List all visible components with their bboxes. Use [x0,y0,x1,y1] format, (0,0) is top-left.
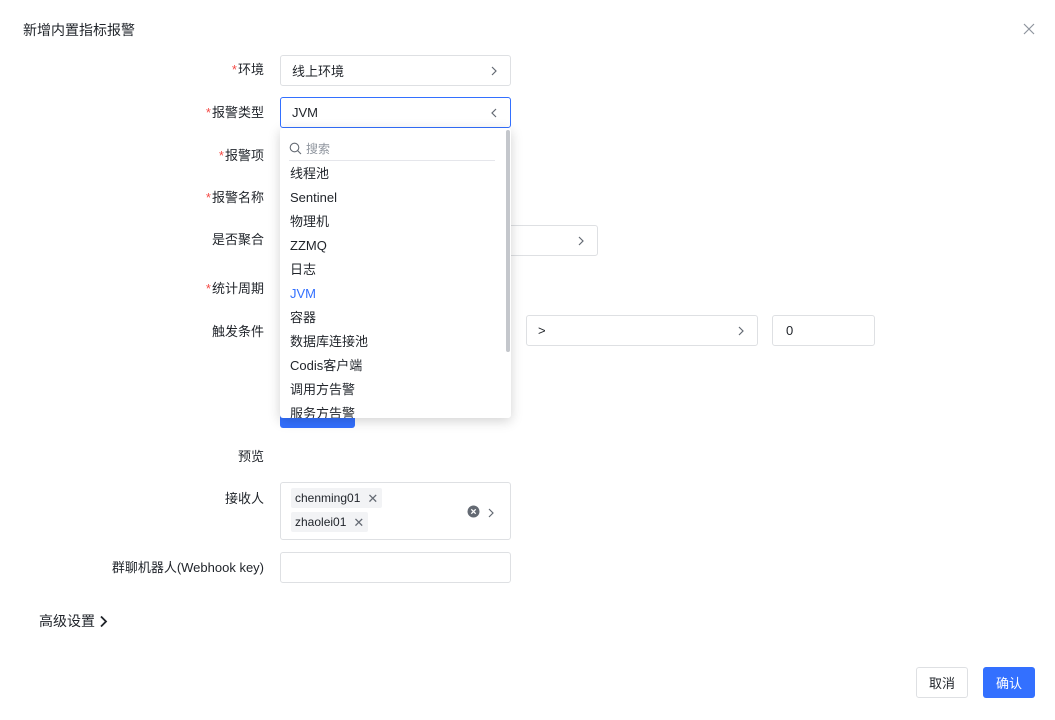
chevron-left-icon [489,108,499,118]
receivers-select[interactable]: chenming01 ✕ zhaolei01 ✕ [280,482,511,540]
tag-close-icon[interactable]: ✕ [367,492,378,505]
search-placeholder: 搜索 [306,141,331,156]
chevron-right-icon [736,326,746,336]
dropdown-option[interactable]: 容器 [280,306,506,330]
cancel-button[interactable]: 取消 [916,667,968,698]
receivers-label: 接收人 [224,491,264,506]
alert-name-label: *报警名称 [205,190,264,205]
required-mark: * [205,190,211,205]
required-mark: * [231,62,237,77]
env-select[interactable]: 线上环境 [280,55,511,86]
chevron-right-icon [487,506,495,521]
dropdown-option[interactable]: 线程池 [280,162,506,186]
close-icon[interactable] [1020,20,1038,38]
tag-close-icon[interactable]: ✕ [353,516,364,529]
trigger-operator-value: > [538,323,546,338]
clear-icon[interactable] [467,505,480,521]
receiver-tag: chenming01 ✕ [291,488,383,508]
alert-type-value: JVM [292,105,318,120]
chevron-right-icon [99,615,108,628]
aggregate-label: 是否聚合 [211,232,264,247]
required-mark: * [218,148,224,163]
trigger-label: 触发条件 [211,324,264,339]
chevron-right-icon [489,66,499,76]
alert-type-dropdown: 搜索 线程池 Sentinel 物理机 ZZMQ 日志 JVM 容器 数据库连接… [280,128,511,418]
dropdown-option[interactable]: 日志 [280,258,506,282]
env-value: 线上环境 [292,64,345,79]
receiver-tag: zhaolei01 ✕ [291,512,369,532]
period-label: *统计周期 [205,281,264,296]
trigger-operator-select[interactable]: > [526,315,758,346]
dropdown-option[interactable]: ZZMQ [280,234,506,258]
confirm-button[interactable]: 确认 [983,667,1035,698]
alert-type-select[interactable]: JVM [280,97,511,128]
dropdown-option[interactable]: 数据库连接池 [280,330,506,354]
dropdown-option[interactable]: Codis客户端 [280,354,506,378]
preview-label: 预览 [237,449,264,464]
dialog-title: 新增内置指标报警 [23,22,135,38]
dropdown-scrollbar[interactable] [506,130,510,352]
dropdown-options: 线程池 Sentinel 物理机 ZZMQ 日志 JVM 容器 数据库连接池 C… [280,162,506,418]
dropdown-option[interactable]: Sentinel [280,186,506,210]
env-label: *环境 [231,62,264,77]
chevron-right-icon [576,236,586,246]
alert-type-label: *报警类型 [205,105,264,120]
webhook-input[interactable] [280,552,511,583]
webhook-label: 群聊机器人(Webhook key) [111,560,264,575]
required-mark: * [205,105,211,120]
advanced-settings-label: 高级设置 [39,613,95,629]
receiver-tag-label: chenming01 [295,491,361,505]
trigger-threshold-input[interactable]: 0 [772,315,875,346]
trigger-threshold-value: 0 [786,323,794,338]
required-mark: * [205,281,211,296]
dropdown-option[interactable]: 服务方告警 [280,402,506,418]
search-icon [289,142,302,155]
dropdown-option[interactable]: 物理机 [280,210,506,234]
dropdown-option[interactable]: 调用方告警 [280,378,506,402]
dropdown-option-selected[interactable]: JVM [280,282,506,306]
receiver-tag-label: zhaolei01 [295,515,347,529]
dropdown-search[interactable]: 搜索 [289,136,495,161]
advanced-settings-toggle[interactable]: 高级设置 [39,611,108,631]
alert-item-label: *报警项 [218,148,264,163]
